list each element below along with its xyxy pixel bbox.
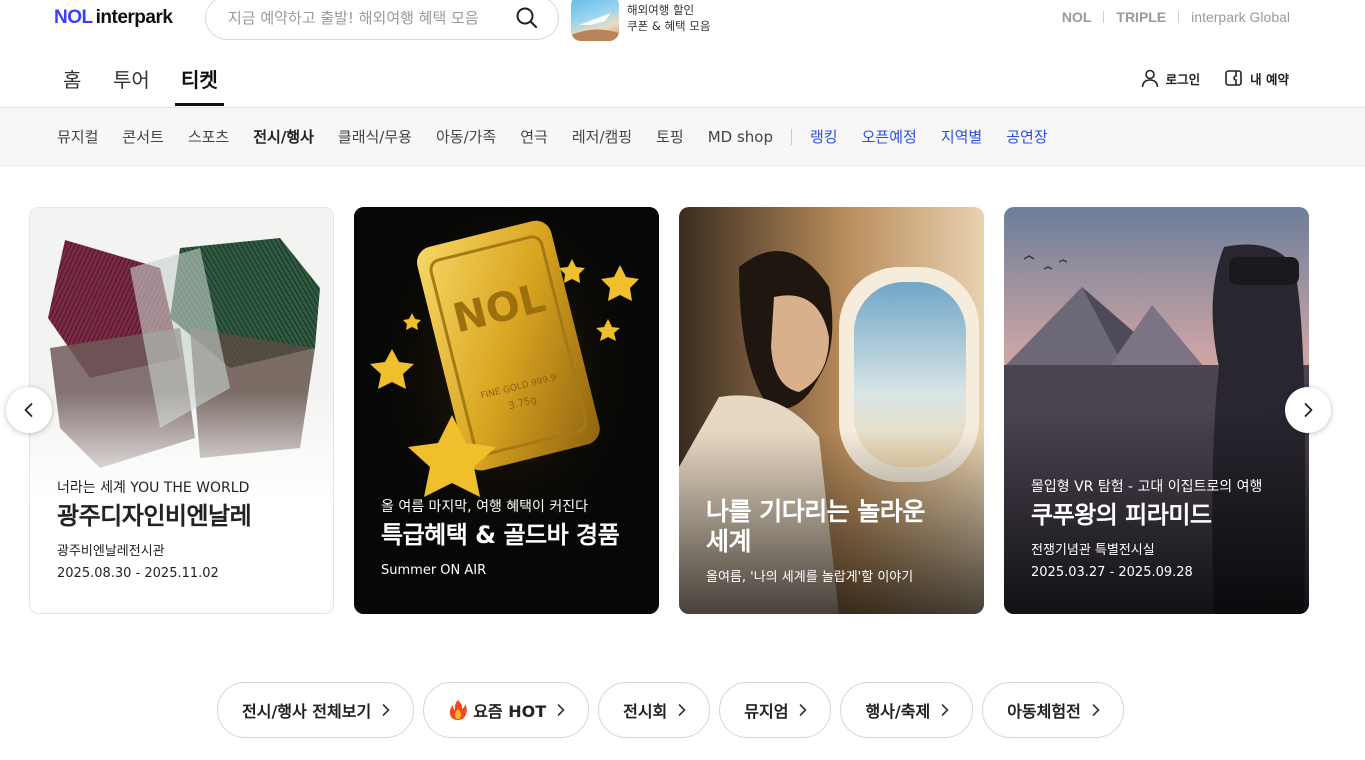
banner-caption: 몰입형 VR 탐험 - 고대 이집트로의 여행 쿠푸왕의 피라미드 전쟁기념관 … — [1031, 478, 1291, 584]
chevron-right-icon — [1304, 403, 1313, 417]
search-input[interactable] — [228, 5, 508, 31]
promo-thumbnail — [571, 0, 619, 41]
banner-venue: 광주비엔날레전시관 — [57, 544, 165, 559]
tab-ticket[interactable]: 티켓 — [175, 64, 224, 106]
ext-link-triple[interactable]: TRIPLE — [1116, 9, 1166, 25]
chevron-left-icon — [24, 403, 33, 417]
pill-event-festival[interactable]: 행사/축제 — [840, 682, 974, 738]
banner-subtitle: 너라는 세계 YOU THE WORLD — [57, 480, 250, 496]
divider — [1103, 11, 1105, 23]
banner-card-khufu-pyramid[interactable]: 몰입형 VR 탐험 - 고대 이집트로의 여행 쿠푸왕의 피라미드 전쟁기념관 … — [1004, 207, 1309, 614]
user-icon — [1141, 69, 1158, 88]
promo-line1: 해외여행 할인 — [627, 3, 695, 17]
fire-icon — [449, 700, 467, 720]
divider — [1178, 11, 1180, 23]
pill-label: 전시/행사 전체보기 — [242, 702, 372, 721]
ext-link-nol[interactable]: NOL — [1062, 9, 1092, 25]
login-button[interactable]: 로그인 — [1140, 68, 1201, 88]
category-topping[interactable]: 토핑 — [656, 126, 684, 147]
login-label: 로그인 — [1165, 71, 1201, 87]
my-booking-button[interactable]: 내 예약 — [1224, 68, 1289, 88]
tab-home[interactable]: 홈 — [63, 64, 81, 106]
pill-exhibition[interactable]: 전시회 — [598, 682, 711, 738]
chevron-right-icon — [557, 704, 565, 716]
tab-tour[interactable]: 투어 — [113, 64, 150, 106]
pill-kids-experience[interactable]: 아동체험전 — [982, 682, 1124, 738]
pill-all-exhibitions[interactable]: 전시/행사 전체보기 — [217, 682, 415, 738]
banner-title-line1: 나를 기다리는 놀라운 — [706, 497, 925, 526]
pill-label: 행사/축제 — [865, 702, 931, 721]
banner-subtitle: 올 여름 마지막, 여행 혜택이 커진다 — [381, 499, 589, 515]
logo-nol: NOL — [54, 7, 93, 28]
overseas-promo-link[interactable]: 해외여행 할인 쿠폰 & 혜택 모음 — [571, 0, 731, 42]
banner-title: 쿠푸왕의 피라미드 — [1031, 501, 1212, 529]
category-list: 뮤지컬 콘서트 스포츠 전시/행사 클래식/무용 아동/가족 연극 레저/캠핑 … — [57, 126, 1072, 147]
chevron-right-icon — [1092, 704, 1100, 716]
chevron-right-icon — [678, 704, 686, 716]
banner-subtitle: 몰입형 VR 탐험 - 고대 이집트로의 여행 — [1031, 479, 1263, 495]
main-nav: 홈 투어 티켓 로그인 내 예약 — [0, 50, 1365, 108]
banner-tagline: Summer ON AIR — [381, 563, 487, 578]
category-sports[interactable]: 스포츠 — [188, 126, 229, 147]
pill-hot[interactable]: 요즘 HOT — [423, 682, 590, 738]
banner-caption: 나를 기다리는 놀라운 세계 올여름, '나의 세계를 놀랍게'할 이야기 — [706, 493, 966, 589]
category-open-soon[interactable]: 오픈예정 — [862, 126, 917, 147]
booking-icon — [1225, 70, 1242, 86]
category-kids-family[interactable]: 아동/가족 — [436, 126, 496, 147]
banner-venue: 전쟁기념관 특별전시실 — [1031, 543, 1155, 558]
pill-museum[interactable]: 뮤지엄 — [719, 682, 832, 738]
pill-label: 뮤지엄 — [744, 702, 789, 721]
top-header: NOL interpark 해외여행 할인 쿠폰 & 혜택 모음 NOL TRI… — [0, 0, 1365, 50]
pill-label: 요즘 HOT — [473, 702, 547, 721]
banner-title: 광주디자인비엔날레 — [57, 502, 252, 530]
filter-pills: 전시/행사 전체보기 요즘 HOT 전시회 뮤지엄 행사/축제 아동체험전 — [217, 682, 1133, 738]
category-exhibition[interactable]: 전시/행사 — [253, 126, 314, 147]
category-play[interactable]: 연극 — [520, 126, 548, 147]
category-venue[interactable]: 공연장 — [1006, 126, 1047, 147]
category-classic-dance[interactable]: 클래식/무용 — [338, 126, 412, 147]
banner-title-line2: 세계 — [706, 527, 752, 556]
nol-interpark-logo[interactable]: NOL interpark — [54, 7, 173, 29]
banner-card-gold-bar[interactable]: NOL FINE GOLD 999.9 3.75g 올 여름 마지막, 여행 혜… — [354, 207, 659, 614]
external-links: NOL TRIPLE interpark Global — [1062, 9, 1290, 25]
category-leisure-camping[interactable]: 레저/캠핑 — [572, 126, 632, 147]
banner-dates: 2025.03.27 - 2025.09.28 — [1031, 565, 1193, 580]
category-divider — [791, 128, 792, 145]
banner-dates: 2025.08.30 - 2025.11.02 — [57, 566, 219, 581]
banner-card-wonderful-world[interactable]: 나를 기다리는 놀라운 세계 올여름, '나의 세계를 놀랍게'할 이야기 — [679, 207, 984, 614]
chevron-right-icon — [800, 704, 808, 716]
pill-label: 아동체험전 — [1007, 702, 1081, 721]
carousel-next-button[interactable] — [1285, 387, 1331, 433]
my-booking-label: 내 예약 — [1250, 71, 1289, 87]
chevron-right-icon — [941, 704, 949, 716]
promo-line2: 쿠폰 & 혜택 모음 — [627, 19, 711, 33]
promo-text: 해외여행 할인 쿠폰 & 혜택 모음 — [627, 2, 710, 34]
banner-carousel: 너라는 세계 YOU THE WORLD 광주디자인비엔날레 광주비엔날레전시관… — [0, 207, 1365, 615]
category-concert[interactable]: 콘서트 — [122, 126, 163, 147]
logo-interpark: interpark — [95, 7, 173, 28]
carousel-prev-button[interactable] — [6, 387, 52, 433]
pill-label: 전시회 — [623, 702, 668, 721]
ext-link-interpark-global[interactable]: interpark Global — [1191, 9, 1290, 25]
banner-tagline: 올여름, '나의 세계를 놀랍게'할 이야기 — [706, 570, 914, 585]
user-links: 로그인 내 예약 — [1140, 68, 1289, 88]
category-musical[interactable]: 뮤지컬 — [57, 126, 98, 147]
banner-card-design-biennale[interactable]: 너라는 세계 YOU THE WORLD 광주디자인비엔날레 광주비엔날레전시관… — [29, 207, 334, 614]
search-box — [205, 0, 559, 40]
banner-caption: 너라는 세계 YOU THE WORLD 광주디자인비엔날레 광주비엔날레전시관… — [57, 479, 315, 585]
category-ranking[interactable]: 랭킹 — [810, 126, 838, 147]
category-bar: 뮤지컬 콘서트 스포츠 전시/행사 클래식/무용 아동/가족 연극 레저/캠핑 … — [0, 108, 1365, 166]
chevron-right-icon — [382, 704, 390, 716]
search-icon[interactable] — [514, 5, 540, 31]
banner-title: 특급혜택 & 골드바 경품 — [381, 521, 620, 549]
banner-caption: 올 여름 마지막, 여행 혜택이 커진다 특급혜택 & 골드바 경품 Summe… — [381, 498, 641, 582]
category-by-region[interactable]: 지역별 — [941, 126, 982, 147]
category-md-shop[interactable]: MD shop — [708, 128, 773, 146]
